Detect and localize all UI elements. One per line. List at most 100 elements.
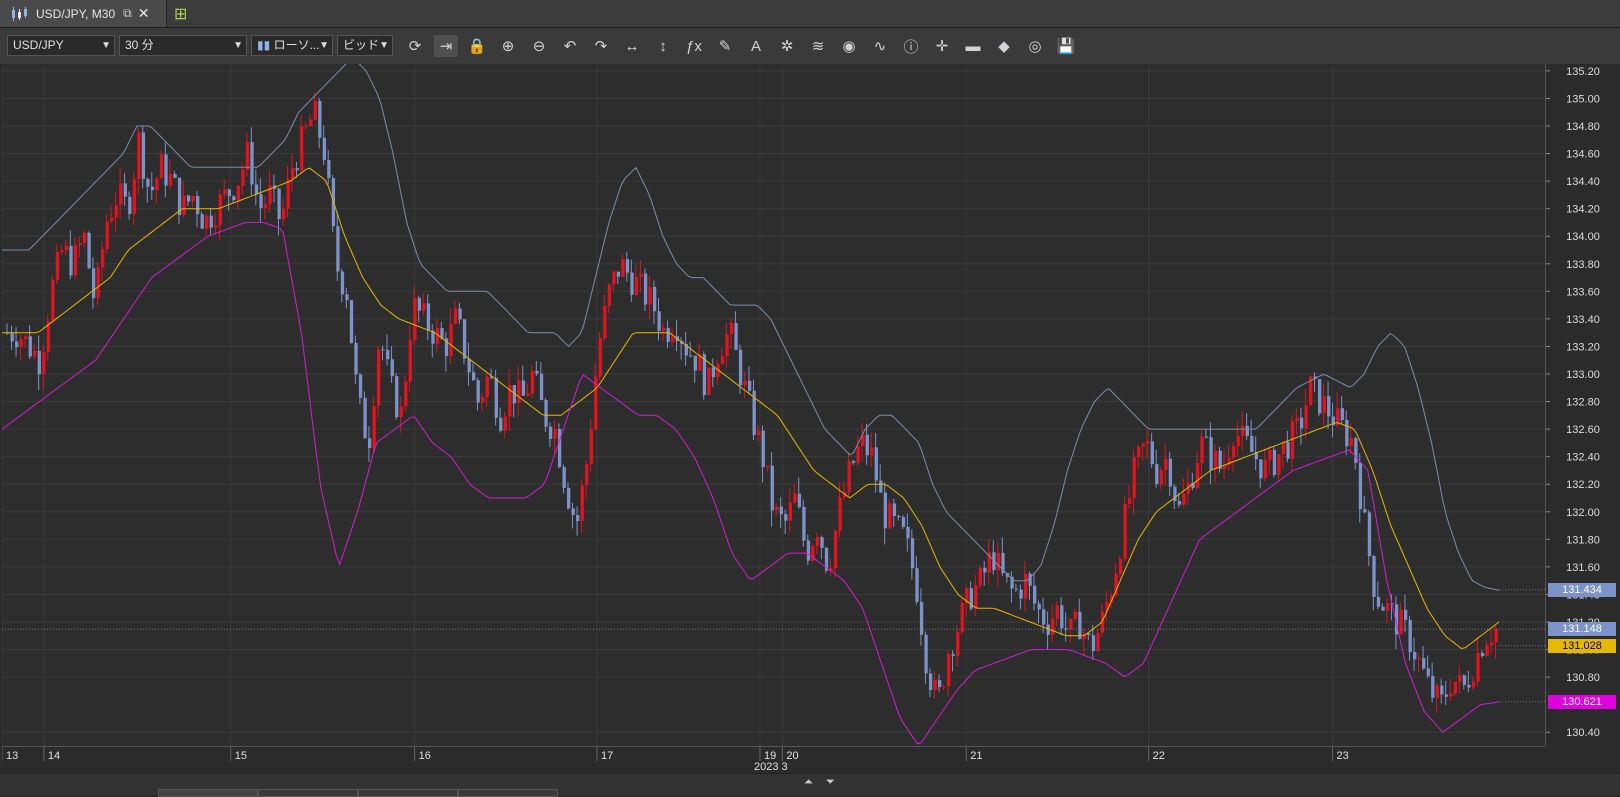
- bottom-tab[interactable]: [258, 789, 358, 797]
- bottom-tab[interactable]: [358, 789, 458, 797]
- candle-body: [1440, 685, 1444, 695]
- month-label: 2023 3: [754, 761, 788, 773]
- candle-body: [662, 327, 666, 331]
- candle-type-icon: ▮▮: [257, 38, 271, 52]
- period-select[interactable]: 30 分 ▼: [119, 35, 247, 56]
- instrument-select[interactable]: USD/JPY ▼: [7, 35, 115, 56]
- candle-body: [408, 339, 412, 382]
- candle-body: [24, 336, 28, 340]
- candle-body: [1327, 396, 1331, 417]
- patterns-icon[interactable]: ✲: [775, 35, 799, 57]
- layers-icon[interactable]: ≋: [806, 35, 830, 57]
- candle-body: [770, 465, 774, 511]
- candle-body: [295, 168, 299, 171]
- chart-area[interactable]: [1, 58, 1545, 746]
- candle-body: [1177, 501, 1182, 505]
- chart-tab[interactable]: USD/JPY, M30 ⧉ ✕: [0, 0, 167, 27]
- color-theme-icon[interactable]: ▬: [961, 35, 985, 57]
- candle-body: [101, 248, 105, 268]
- candle-body: [1476, 652, 1480, 682]
- y-tick-label: 133.00: [1566, 369, 1600, 381]
- info-icon[interactable]: ⓘ: [899, 35, 923, 57]
- candle-body: [1150, 441, 1154, 465]
- candle-body: [313, 100, 317, 120]
- lock-icon[interactable]: 🔒: [465, 35, 489, 57]
- candle-body: [376, 349, 381, 406]
- candle-body: [806, 540, 811, 561]
- candle-body: [648, 286, 652, 305]
- candle-body: [1376, 596, 1381, 607]
- y-tick-label: 134.80: [1566, 121, 1600, 133]
- vertical-scale-icon[interactable]: ↕: [651, 35, 675, 57]
- candle-body: [1408, 619, 1412, 653]
- candlestick-icon: [12, 6, 27, 21]
- bottom-tab[interactable]: [158, 789, 258, 797]
- month-bar: 2023 3: [2, 761, 1545, 773]
- candle-body: [589, 429, 593, 464]
- candle-body: [1096, 632, 1100, 652]
- price-chart[interactable]: [1, 58, 1545, 746]
- time-axis[interactable]: 13 14 15 16 17 19 20 21 22 23: [1, 746, 1545, 762]
- text-icon[interactable]: A: [744, 35, 768, 57]
- popout-icon[interactable]: ⧉: [123, 6, 132, 21]
- candle-body: [33, 350, 37, 357]
- candle-body: [1078, 611, 1082, 640]
- zoom-in-icon[interactable]: ⊕: [496, 35, 520, 57]
- visibility-icon[interactable]: ◉: [837, 35, 861, 57]
- template-icon[interactable]: ◎: [1023, 35, 1047, 57]
- candle-body: [119, 183, 123, 205]
- candle-body: [729, 322, 734, 335]
- crosshair-icon[interactable]: ✛: [930, 35, 954, 57]
- candle-body: [580, 485, 584, 522]
- shift-chart-icon[interactable]: ⇥: [434, 35, 458, 57]
- candle-body: [413, 297, 417, 340]
- indicators-icon[interactable]: ƒx: [682, 35, 706, 57]
- bottom-tab[interactable]: [458, 789, 558, 797]
- save-icon[interactable]: 💾: [1054, 35, 1078, 57]
- collapse-up-icon[interactable]: ⏶: [804, 776, 813, 789]
- zoom-out-icon[interactable]: ⊖: [527, 35, 551, 57]
- horizontal-scale-icon[interactable]: ↔: [620, 35, 644, 57]
- candle-body: [1417, 658, 1421, 660]
- chart-type-select[interactable]: ▮▮ ローソ... ▼: [251, 35, 333, 56]
- y-tick-label: 134.40: [1566, 176, 1600, 188]
- chart-toolbar: USD/JPY ▼ 30 分 ▼ ▮▮ ローソ... ▼ ビッド ▼ ⟳ ⇥ 🔒 ⊕ ⊖ ↶ ↷ ↔ ↕…: [0, 28, 1620, 65]
- draw-icon[interactable]: ✎: [713, 35, 737, 57]
- candle-body: [915, 568, 919, 602]
- candle-body: [173, 173, 177, 178]
- candle-body: [236, 185, 241, 201]
- chevron-down-icon: ▼: [101, 40, 111, 51]
- candle-body: [1413, 652, 1417, 660]
- candle-body: [657, 311, 661, 331]
- candle-body: [517, 380, 521, 404]
- candle-body: [186, 195, 191, 202]
- candle-body: [28, 336, 32, 357]
- candle-body: [788, 502, 793, 521]
- refresh-icon[interactable]: ⟳: [403, 35, 427, 57]
- candle-body: [603, 305, 607, 339]
- close-icon[interactable]: ✕: [138, 5, 150, 22]
- candle-body: [481, 396, 485, 403]
- candle-body: [1250, 435, 1254, 452]
- candle-body: [345, 294, 349, 301]
- undo-icon[interactable]: ↶: [558, 35, 582, 57]
- bollinger-middle-line: [2, 167, 1500, 650]
- y-tick-label: 131.80: [1566, 534, 1600, 546]
- candle-body: [146, 178, 150, 187]
- fill-icon[interactable]: ◆: [992, 35, 1016, 57]
- candle-body: [1028, 573, 1032, 586]
- candle-body: [286, 179, 290, 209]
- candle-body: [725, 334, 729, 357]
- candle-body: [897, 516, 901, 518]
- price-side-select[interactable]: ビッド ▼: [337, 35, 393, 56]
- candle-body: [336, 226, 340, 272]
- collapse-down-icon[interactable]: ⏷: [826, 776, 835, 789]
- candle-body: [494, 378, 498, 418]
- candle-body: [318, 100, 322, 138]
- redo-icon[interactable]: ↷: [589, 35, 613, 57]
- candle-body: [625, 259, 630, 273]
- add-chart-icon[interactable]: ⊞: [174, 4, 192, 23]
- candle-body: [1241, 425, 1245, 436]
- alerts-icon[interactable]: ∿: [868, 35, 892, 57]
- candle-body: [1403, 609, 1408, 620]
